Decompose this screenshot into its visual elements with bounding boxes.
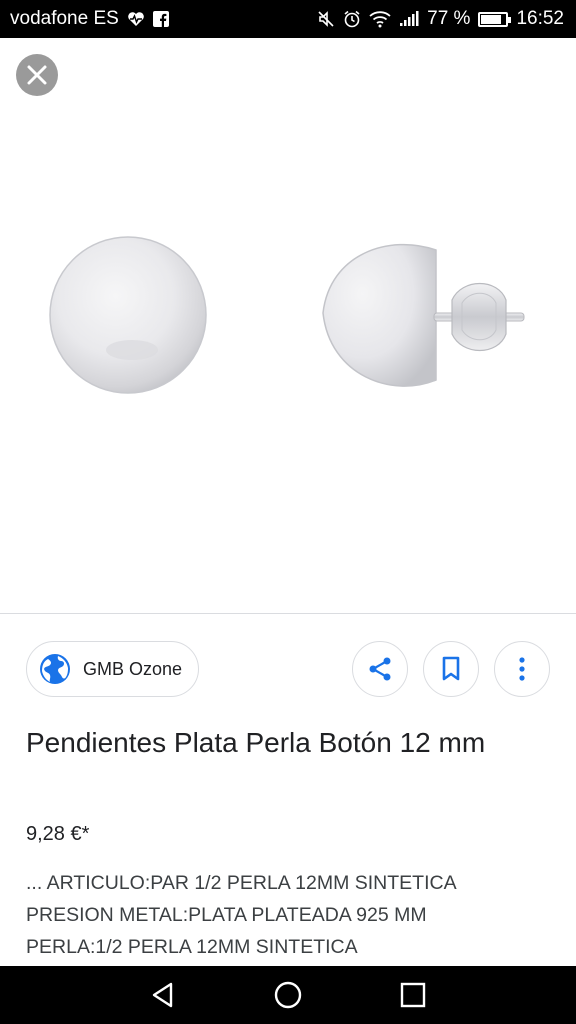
facebook-icon xyxy=(152,11,169,27)
battery-charging-icon xyxy=(478,11,512,27)
home-button[interactable] xyxy=(268,975,308,1015)
recents-button[interactable] xyxy=(393,975,433,1015)
share-button[interactable] xyxy=(352,641,408,697)
close-button[interactable] xyxy=(16,54,58,96)
front-pearl xyxy=(49,236,207,394)
bookmark-icon xyxy=(442,656,460,681)
image-viewer[interactable] xyxy=(0,38,576,613)
more-vert-icon xyxy=(519,657,525,681)
bookmark-button[interactable] xyxy=(423,641,479,697)
mute-icon xyxy=(317,10,335,28)
source-name: GMB Ozone xyxy=(83,658,183,679)
back-button[interactable] xyxy=(143,975,183,1015)
home-circle-icon xyxy=(274,981,302,1009)
clock-label: 16:52 xyxy=(516,8,564,29)
status-left: vodafone ES xyxy=(10,8,169,30)
close-icon xyxy=(27,65,47,85)
info-panel: GMB Ozone Pendientes Plata Perla Botón 1… xyxy=(0,614,576,966)
wifi-icon xyxy=(369,10,391,28)
heart-monitor-icon xyxy=(127,11,145,27)
carrier-label: vodafone ES xyxy=(10,8,119,29)
battery-percent-label: 77 % xyxy=(427,8,471,29)
status-bar: vodafone ES 77 % 16:52 xyxy=(0,0,576,38)
recents-square-icon xyxy=(401,982,426,1008)
battery-fill xyxy=(481,14,502,24)
product-title[interactable]: Pendientes Plata Perla Botón 12 mm xyxy=(26,719,546,767)
globe-icon xyxy=(40,654,70,684)
product-price: 9,28 €* xyxy=(26,823,90,845)
more-options-button[interactable] xyxy=(494,641,550,697)
source-chip[interactable]: GMB Ozone xyxy=(26,641,200,697)
product-image xyxy=(49,236,525,394)
alarm-icon xyxy=(343,10,361,28)
navigation-bar xyxy=(0,966,576,1024)
share-icon xyxy=(369,657,391,681)
product-description: ... ARTICULO:PAR 1/2 PERLA 12MM SINTETIC… xyxy=(26,872,457,958)
status-right: 77 % 16:52 xyxy=(317,8,564,30)
side-pearl xyxy=(322,243,525,387)
signal-icon xyxy=(399,11,419,27)
back-triangle-icon xyxy=(152,982,172,1008)
